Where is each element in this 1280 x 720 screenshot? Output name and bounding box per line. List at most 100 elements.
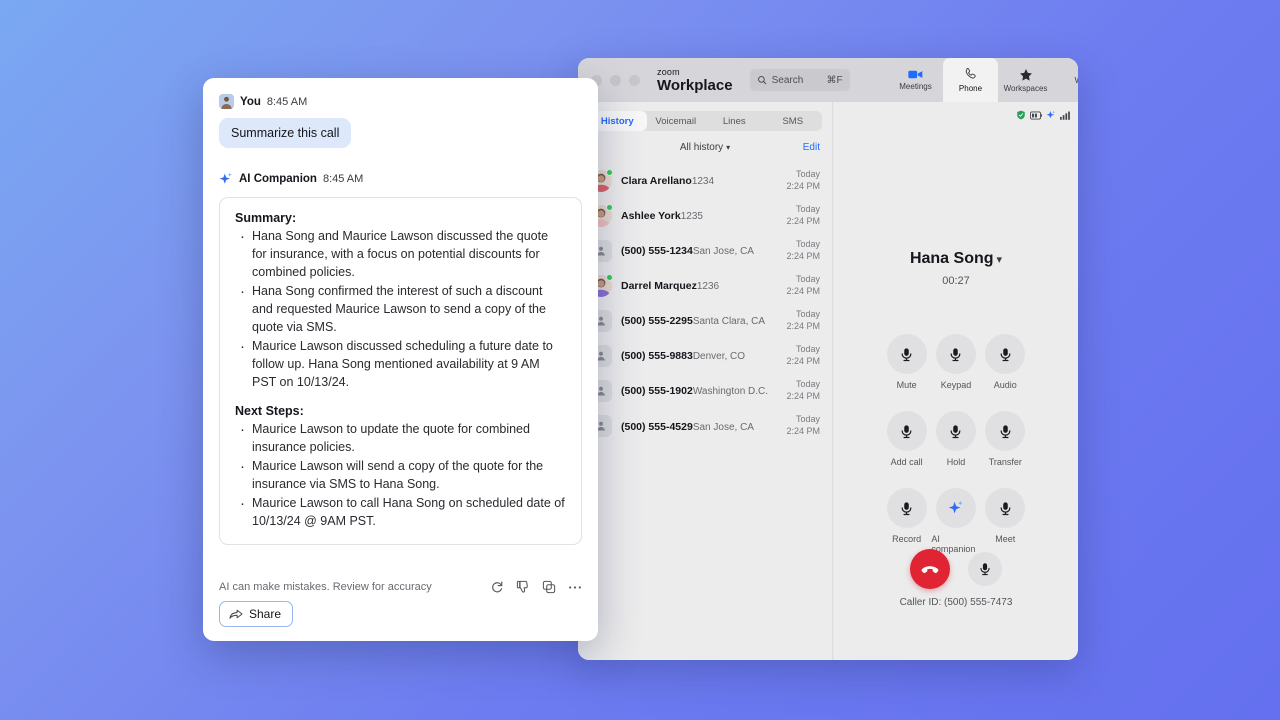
call-timestamp: Today 2:24 PM: [786, 204, 820, 227]
brand-zoom: zoom: [657, 66, 680, 77]
subtab-sms[interactable]: SMS: [764, 111, 823, 131]
caller-name: Hana Song: [909, 250, 994, 267]
call-contact-sub: Washington D.C.: [692, 386, 769, 398]
traffic-lights[interactable]: [591, 74, 640, 86]
thumbs-down-icon[interactable]: [516, 580, 530, 594]
call-history-row[interactable]: Darrel Marquez1236 Today 2:24 PM: [578, 268, 832, 303]
list-item: Hana Song and Maurice Lawson discussed t…: [235, 226, 566, 281]
call-contact-name: (500) 555-4529: [621, 420, 693, 433]
call-timestamp: Today 2:24 PM: [786, 414, 820, 437]
ai-companion-chat-panel: You 8:45 AM Summarize this call AI Compa…: [203, 78, 598, 641]
call-control-ai-companion[interactable]: AI companion: [931, 488, 980, 554]
chat-footer: AI can make mistakes. Review for accurac…: [203, 571, 598, 641]
maximize-window-button[interactable]: [629, 74, 640, 86]
history-filter-label[interactable]: All history: [680, 142, 723, 153]
chevron-down-icon[interactable]: ▾: [997, 254, 1003, 266]
call-contact-sub: San Jose, CA: [692, 421, 754, 433]
phone-sub-tabs: History Voicemail Lines SMS: [588, 111, 822, 131]
microphone-icon: [951, 347, 961, 361]
tab-more-clipped[interactable]: Wo: [1053, 58, 1078, 102]
control-button[interactable]: [985, 411, 1026, 451]
control-label: Hold: [946, 457, 966, 467]
search-input[interactable]: Search ⌘F: [749, 69, 850, 91]
caller-info-block: Hana Song ▾ 00:27: [834, 250, 1078, 287]
call-control-audio[interactable]: Audio: [985, 334, 1026, 390]
call-history-row[interactable]: (500) 555-2295Santa Clara, CA Today 2:24 P…: [578, 303, 832, 338]
avatar: [219, 94, 234, 109]
call-history-row[interactable]: (500) 555-1902Washington D.C. Today 2:24 P…: [578, 373, 832, 408]
edit-button[interactable]: Edit: [803, 142, 820, 153]
control-label: Mute: [896, 380, 917, 390]
regenerate-icon[interactable]: [490, 580, 504, 594]
call-history-row[interactable]: (500) 555-4529San Jose, CA Today 2:24 PM: [578, 408, 832, 443]
call-controls-grid: Mute Keypad Audio Add call Hold Transfer Recor…: [834, 334, 1078, 554]
secondary-mic-button[interactable]: [968, 552, 1002, 586]
call-meta: (500) 555-1902Washington D.C.: [621, 380, 777, 400]
user-message-bubble-wrap: Summarize this call: [219, 118, 582, 148]
call-day: Today: [795, 414, 820, 425]
end-call-button[interactable]: [910, 549, 950, 589]
control-button[interactable]: [886, 411, 927, 451]
ai-sparkle-icon: [219, 172, 232, 184]
battery-icon: [1030, 111, 1042, 119]
share-icon: [229, 609, 243, 619]
tab-workspaces[interactable]: Workspaces: [998, 58, 1053, 102]
call-contact-name: (500) 555-2295: [621, 315, 693, 328]
call-action-row: [834, 549, 1078, 589]
ai-message-time: 8:45 AM: [322, 173, 364, 185]
call-contact-name: (500) 555-1902: [621, 385, 693, 398]
tab-meetings[interactable]: Meetings: [888, 58, 943, 102]
end-call-icon: [921, 566, 939, 574]
list-item: Maurice Lawson discussed scheduling a fu…: [235, 336, 566, 391]
control-button[interactable]: [935, 334, 976, 374]
subtab-voicemail[interactable]: Voicemail: [647, 111, 706, 131]
call-history-row[interactable]: Clara Arellano1234 Today 2:24 PM: [578, 163, 832, 198]
call-contact-sub: Santa Clara, CA: [692, 316, 766, 328]
presence-indicator: [606, 273, 613, 281]
call-control-hold[interactable]: Hold: [935, 411, 976, 467]
copy-icon[interactable]: [542, 580, 556, 594]
ai-summary-card: Summary: Hana Song and Maurice Lawson di…: [219, 197, 582, 545]
call-timestamp: Today 2:24 PM: [786, 239, 820, 262]
more-options-icon[interactable]: [568, 585, 582, 590]
call-contact-sub: Denver, CO: [692, 351, 746, 363]
call-meta: (500) 555-4529San Jose, CA: [621, 416, 777, 436]
chevron-down-icon[interactable]: ▾: [726, 143, 730, 152]
call-timestamp: Today 2:24 PM: [786, 379, 820, 402]
minimize-window-button[interactable]: [610, 74, 621, 86]
call-history-row[interactable]: (500) 555-1234San Jose, CA Today 2:24 PM: [578, 233, 832, 268]
control-button[interactable]: [985, 488, 1026, 528]
microphone-icon: [901, 347, 912, 361]
caller-name-row[interactable]: Hana Song ▾: [834, 250, 1078, 268]
microphone-icon: [901, 424, 912, 438]
tab-phone-label: Phone: [958, 84, 983, 93]
call-meta: (500) 555-1234San Jose, CA: [621, 240, 777, 260]
main-nav-tabs: Meetings Phone Workspaces Wo: [888, 58, 1078, 102]
call-history-row[interactable]: Ashlee York1235 Today 2:24 PM: [578, 198, 832, 233]
control-button[interactable]: [985, 334, 1026, 374]
tab-phone[interactable]: Phone: [943, 58, 998, 102]
control-button[interactable]: [935, 411, 976, 451]
control-button[interactable]: [886, 488, 927, 528]
share-button[interactable]: Share: [219, 601, 294, 627]
call-history-row[interactable]: (500) 555-9883Denver, CO Today 2:24 PM: [578, 338, 832, 373]
zoom-workplace-logo: zoom Workplace: [657, 66, 733, 93]
call-day: Today: [795, 274, 820, 285]
user-avatar-icon: [219, 94, 234, 109]
control-button[interactable]: [935, 488, 976, 528]
call-control-record[interactable]: Record: [886, 488, 927, 554]
control-label: Add call: [890, 457, 923, 467]
call-meta: Darrel Marquez1236: [621, 275, 777, 295]
control-button[interactable]: [886, 334, 927, 374]
window-titlebar: zoom Workplace Search ⌘F Meetings Phone …: [578, 58, 1078, 102]
call-control-add-call[interactable]: Add call: [886, 411, 927, 467]
call-day: Today: [795, 344, 820, 355]
call-control-meet[interactable]: Meet: [985, 488, 1026, 554]
history-filter-row: All history ▾ Edit: [578, 142, 832, 153]
call-control-mute[interactable]: Mute: [886, 334, 927, 390]
call-control-transfer[interactable]: Transfer: [985, 411, 1026, 467]
call-time: 2:24 PM: [786, 425, 820, 436]
subtab-lines[interactable]: Lines: [705, 111, 764, 131]
call-control-keypad[interactable]: Keypad: [935, 334, 976, 390]
tab-more-clipped-label: Wo: [1075, 76, 1078, 85]
